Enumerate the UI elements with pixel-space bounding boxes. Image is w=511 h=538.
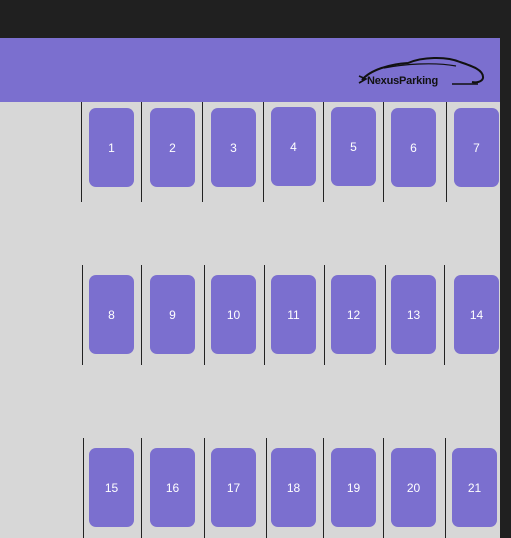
lane-divider — [204, 438, 205, 538]
lane-divider — [324, 265, 325, 365]
parking-spot[interactable]: 4 — [271, 107, 316, 186]
window-right-edge — [500, 38, 511, 538]
lane-divider — [141, 265, 142, 365]
lane-divider — [264, 265, 265, 365]
lane-divider — [323, 438, 324, 538]
parking-spot[interactable]: 5 — [331, 107, 376, 186]
lane-divider — [383, 438, 384, 538]
parking-spot[interactable]: 7 — [454, 108, 499, 187]
lane-divider — [383, 102, 384, 202]
lane-divider — [263, 102, 264, 202]
parking-spot[interactable]: 18 — [271, 448, 316, 527]
window-top-bar — [0, 0, 511, 38]
parking-spot[interactable]: 10 — [211, 275, 256, 354]
lane-divider — [204, 265, 205, 365]
parking-spot[interactable]: 1 — [89, 108, 134, 187]
app-header: NexusParking — [0, 38, 500, 102]
parking-spot[interactable]: 12 — [331, 275, 376, 354]
lane-divider — [446, 102, 447, 202]
parking-spot[interactable]: 11 — [271, 275, 316, 354]
lane-divider — [141, 438, 142, 538]
lane-divider — [323, 102, 324, 202]
parking-spot[interactable]: 3 — [211, 108, 256, 187]
parking-spot[interactable]: 15 — [89, 448, 134, 527]
brand-logo[interactable]: NexusParking — [356, 54, 486, 90]
parking-spot[interactable]: 20 — [391, 448, 436, 527]
parking-spot[interactable]: 16 — [150, 448, 195, 527]
parking-spot[interactable]: 13 — [391, 275, 436, 354]
lane-divider — [266, 438, 267, 538]
lane-divider — [444, 265, 445, 365]
parking-spot[interactable]: 17 — [211, 448, 256, 527]
lane-divider — [445, 438, 446, 538]
lane-divider — [82, 265, 83, 365]
parking-spot[interactable]: 19 — [331, 448, 376, 527]
parking-spot[interactable]: 8 — [89, 275, 134, 354]
brand-name: NexusParking — [367, 75, 438, 87]
parking-spot[interactable]: 21 — [452, 448, 497, 527]
parking-spot[interactable]: 2 — [150, 108, 195, 187]
lane-divider — [385, 265, 386, 365]
parking-spot[interactable]: 14 — [454, 275, 499, 354]
lane-divider — [81, 102, 82, 202]
parking-spot[interactable]: 6 — [391, 108, 436, 187]
lane-divider — [141, 102, 142, 202]
lane-divider — [202, 102, 203, 202]
parking-spot[interactable]: 9 — [150, 275, 195, 354]
lane-divider — [83, 438, 84, 538]
